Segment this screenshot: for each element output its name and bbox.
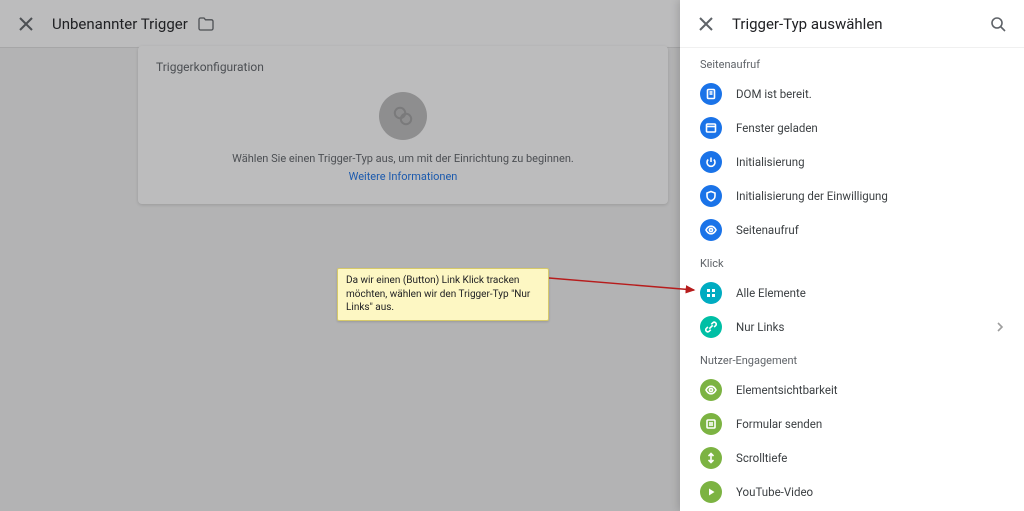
main-header: Unbenannter Trigger <box>0 0 680 48</box>
trigger-type-label: Scrolltiefe <box>736 451 787 465</box>
trigger-type-item[interactable]: Initialisierung der Einwilligung <box>680 179 1024 213</box>
scroll-icon <box>700 447 722 469</box>
panel-search-button[interactable] <box>986 12 1010 36</box>
close-icon <box>19 17 33 31</box>
trigger-type-label: YouTube-Video <box>736 485 813 499</box>
trigger-config-card[interactable]: Triggerkonfiguration Wählen Sie einen Tr… <box>138 46 668 204</box>
trigger-type-label: Elementsichtbarkeit <box>736 383 838 397</box>
trigger-type-item[interactable]: Fenster geladen <box>680 111 1024 145</box>
config-hint-text: Wählen Sie einen Trigger-Typ aus, um mit… <box>138 152 668 165</box>
config-placeholder: Wählen Sie einen Trigger-Typ aus, um mit… <box>138 92 668 184</box>
panel-header: Trigger-Typ auswählen <box>680 0 1024 48</box>
config-section-title: Triggerkonfiguration <box>138 46 668 74</box>
panel-close-button[interactable] <box>694 12 718 36</box>
panel-body[interactable]: Seitenaufruf DOM ist bereit. Fenster gelad… <box>680 48 1024 511</box>
close-icon <box>699 17 713 31</box>
grid-icon <box>700 282 722 304</box>
trigger-type-label: Seitenaufruf <box>736 223 799 237</box>
window-icon <box>700 117 722 139</box>
link-icon <box>700 316 722 338</box>
trigger-group-label: Klick <box>680 247 1024 276</box>
trigger-type-item[interactable]: YouTube-Video <box>680 475 1024 509</box>
panel-title: Trigger-Typ auswählen <box>732 15 986 33</box>
trigger-type-item[interactable]: Formular senden <box>680 407 1024 441</box>
trigger-type-label: DOM ist bereit. <box>736 87 812 101</box>
trigger-group-label: Seitenaufruf <box>680 48 1024 77</box>
folder-button[interactable] <box>198 17 214 31</box>
shield-icon <box>700 185 722 207</box>
trigger-type-label: Formular senden <box>736 417 822 431</box>
annotation-tooltip: Da wir einen (Button) Link Klick tracken… <box>337 268 549 321</box>
search-icon <box>990 16 1006 32</box>
trigger-type-item[interactable]: Alle Elemente <box>680 276 1024 310</box>
power-icon <box>700 151 722 173</box>
eye-icon <box>700 219 722 241</box>
trigger-type-label: Initialisierung <box>736 155 805 169</box>
trigger-type-item[interactable]: Elementsichtbarkeit <box>680 373 1024 407</box>
trigger-type-item[interactable]: Seitenaufruf <box>680 213 1024 247</box>
main-area: Unbenannter Trigger Triggerkonfiguration… <box>0 0 680 511</box>
trigger-type-item[interactable]: DOM ist bereit. <box>680 77 1024 111</box>
more-info-link[interactable]: Weitere Informationen <box>349 170 458 183</box>
chevron-right-icon <box>996 321 1004 333</box>
doc-icon <box>700 83 722 105</box>
trigger-type-item[interactable]: Initialisierung <box>680 145 1024 179</box>
page-title: Unbenannter Trigger <box>52 15 188 33</box>
trigger-type-item[interactable]: Scrolltiefe <box>680 441 1024 475</box>
form-icon <box>700 413 722 435</box>
trigger-group-label: Nutzer-Engagement <box>680 344 1024 373</box>
trigger-type-item[interactable]: Nur Links <box>680 310 1024 344</box>
trigger-type-panel: Trigger-Typ auswählen Seitenaufruf DOM is… <box>680 0 1024 511</box>
play-icon <box>700 481 722 503</box>
trigger-type-label: Initialisierung der Einwilligung <box>736 189 888 203</box>
eye-icon <box>700 379 722 401</box>
placeholder-icon <box>379 92 427 140</box>
trigger-type-label: Nur Links <box>736 320 784 334</box>
folder-icon <box>198 17 214 31</box>
trigger-type-label: Fenster geladen <box>736 121 818 135</box>
trigger-type-label: Alle Elemente <box>736 286 806 300</box>
close-button[interactable] <box>14 12 38 36</box>
